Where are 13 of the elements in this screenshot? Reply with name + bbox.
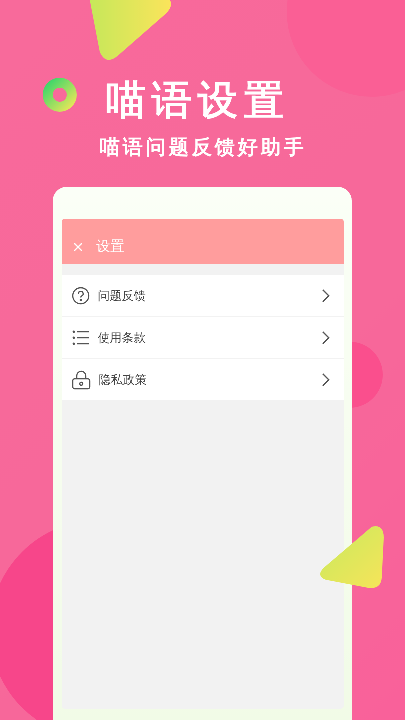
chevron-right-icon bbox=[322, 288, 330, 302]
ring-decoration bbox=[42, 77, 78, 113]
chevron-right-icon bbox=[322, 330, 330, 344]
list-icon bbox=[72, 330, 90, 346]
menu-item[interactable]: 问题反馈 bbox=[62, 275, 344, 316]
menu-item[interactable]: 使用条款 bbox=[62, 317, 344, 358]
menu-item[interactable]: 隐私政策 bbox=[62, 359, 344, 400]
lock-icon bbox=[72, 370, 91, 390]
header-title: 设置 bbox=[96, 238, 125, 256]
help-icon bbox=[72, 286, 90, 304]
chevron-right-icon bbox=[322, 372, 330, 386]
subtitle: 喵语问题反馈好助手 bbox=[100, 134, 308, 161]
headline: 喵语设置 bbox=[106, 78, 291, 124]
